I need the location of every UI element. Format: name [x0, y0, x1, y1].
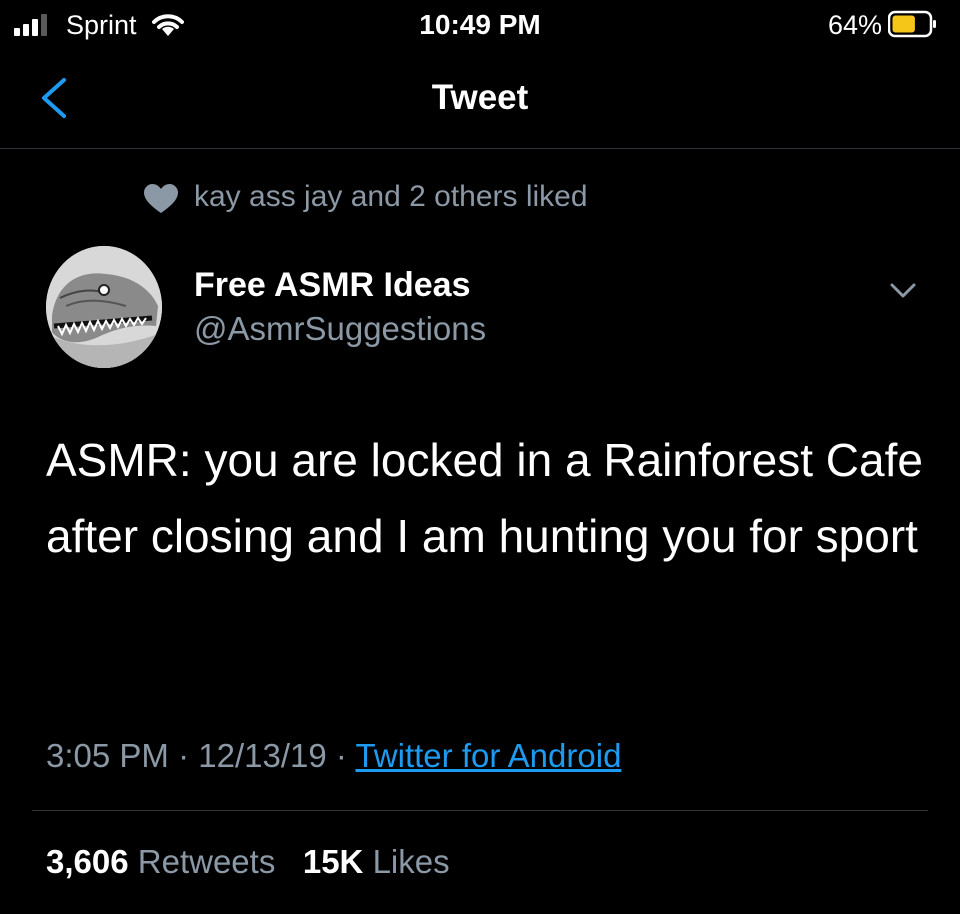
- author-display-name[interactable]: Free ASMR Ideas: [194, 264, 471, 306]
- tweet-meta: 3:05 PM · 12/13/19 · Twitter for Android: [46, 734, 621, 778]
- retweets-label: Retweets: [137, 843, 276, 880]
- meta-separator: ·: [335, 737, 347, 774]
- tweet-text: ASMR: you are locked in a Rainforest Caf…: [46, 434, 923, 562]
- meta-divider: [32, 810, 928, 811]
- battery-percentage: 64%: [827, 10, 882, 40]
- page-title: Tweet: [431, 78, 529, 117]
- likes-label: Likes: [372, 843, 450, 880]
- battery-icon: [888, 10, 936, 38]
- meta-separator: ·: [178, 737, 190, 774]
- tweet-time: 3:05 PM: [46, 737, 169, 774]
- likes-stat[interactable]: 15K Likes: [303, 843, 450, 880]
- social-context-text[interactable]: kay ass jay and 2 others liked: [194, 178, 588, 216]
- tweet-stats: 3,606 Retweets 15K Likes: [46, 840, 450, 884]
- heart-icon: [144, 184, 178, 213]
- header-divider: [0, 148, 960, 149]
- tweet-source-link[interactable]: Twitter for Android: [355, 737, 621, 774]
- avatar[interactable]: [46, 246, 162, 368]
- monster-avatar-image: [46, 246, 162, 368]
- status-bar-time: 10:49 PM: [419, 9, 541, 40]
- chevron-down-icon[interactable]: [888, 276, 918, 304]
- likes-count: 15K: [302, 843, 364, 880]
- retweets-count: 3,606: [46, 843, 129, 880]
- retweets-stat[interactable]: 3,606 Retweets: [46, 843, 275, 880]
- author-handle[interactable]: @AsmrSuggestions: [194, 308, 486, 350]
- tweet-date: 12/13/19: [198, 737, 327, 774]
